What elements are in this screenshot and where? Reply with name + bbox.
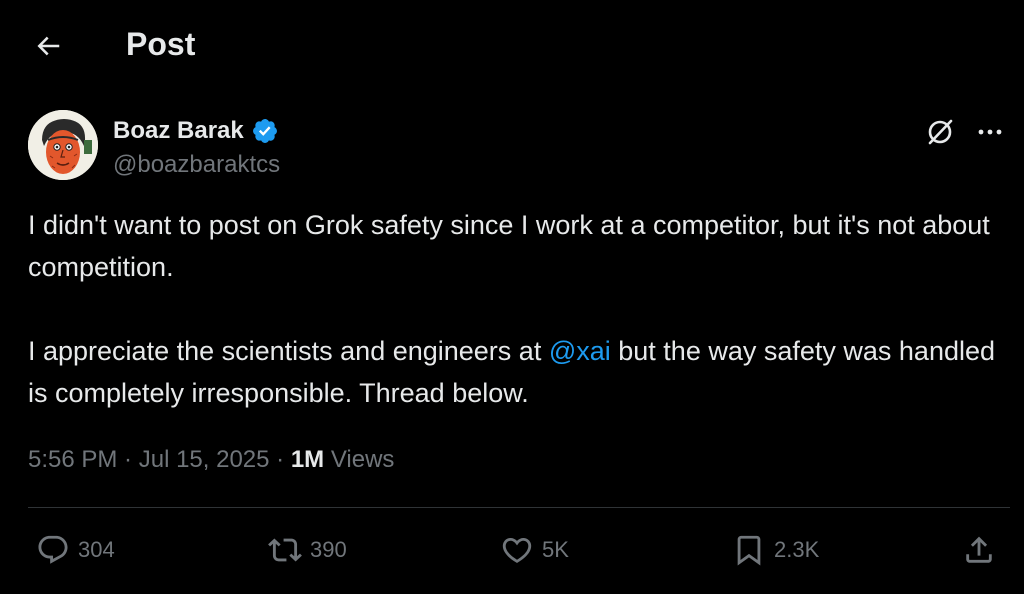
reply-button[interactable]: 304 (36, 528, 115, 572)
views-label: Views (324, 446, 395, 473)
share-button[interactable] (962, 528, 996, 572)
action-bar: 304 390 5K 2.3K (0, 528, 1024, 572)
avatar[interactable] (28, 110, 98, 180)
author-name[interactable]: Boaz Barak (113, 116, 279, 146)
mention-link[interactable]: @xai (549, 336, 611, 366)
bookmark-icon (737, 535, 761, 566)
grok-button[interactable] (920, 112, 960, 152)
page-title: Post (126, 26, 196, 62)
author-name-text: Boaz Barak (113, 117, 244, 144)
divider (28, 507, 1010, 508)
back-button[interactable] (28, 26, 68, 66)
grok-icon (928, 119, 953, 145)
tweet-paragraph-2: I appreciate the scientists and engineer… (28, 330, 998, 414)
meta-separator: · (117, 446, 139, 473)
page-header: Post (0, 0, 1024, 90)
views-count: 1M (290, 446, 325, 473)
tweet-paragraph-2-start: I appreciate the scientists and engineer… (28, 336, 549, 366)
tweet-time[interactable]: 5:56 PM (28, 446, 117, 473)
tweet-paragraph-1: I didn't want to post on Grok safety sin… (28, 210, 990, 282)
heart-icon (502, 537, 532, 563)
repost-count: 390 (310, 537, 347, 562)
share-icon (966, 536, 992, 563)
bookmark-button[interactable]: 2.3K (732, 528, 819, 572)
reply-icon (38, 535, 68, 564)
repost-button[interactable]: 390 (268, 528, 347, 572)
repost-icon (268, 538, 302, 562)
tweet-text: I didn't want to post on Grok safety sin… (28, 204, 998, 414)
like-count: 5K (542, 537, 569, 562)
tweet-meta: 5:56 PM · Jul 15, 2025 · 1M Views (28, 443, 394, 477)
author-row: Boaz Barak @boazbaraktcs (28, 110, 1008, 182)
tweet-date[interactable]: Jul 15, 2025 (139, 446, 270, 473)
meta-separator: · (269, 446, 291, 473)
more-horizontal-icon (978, 129, 1002, 135)
verified-badge-icon (251, 117, 279, 145)
more-options-button[interactable] (972, 112, 1008, 152)
author-handle[interactable]: @boazbaraktcs (113, 150, 280, 180)
reply-count: 304 (78, 537, 115, 562)
arrow-left-icon (37, 36, 60, 56)
like-button[interactable]: 5K (500, 528, 569, 572)
avatar-drawing (28, 110, 98, 180)
bookmark-count: 2.3K (774, 537, 820, 562)
